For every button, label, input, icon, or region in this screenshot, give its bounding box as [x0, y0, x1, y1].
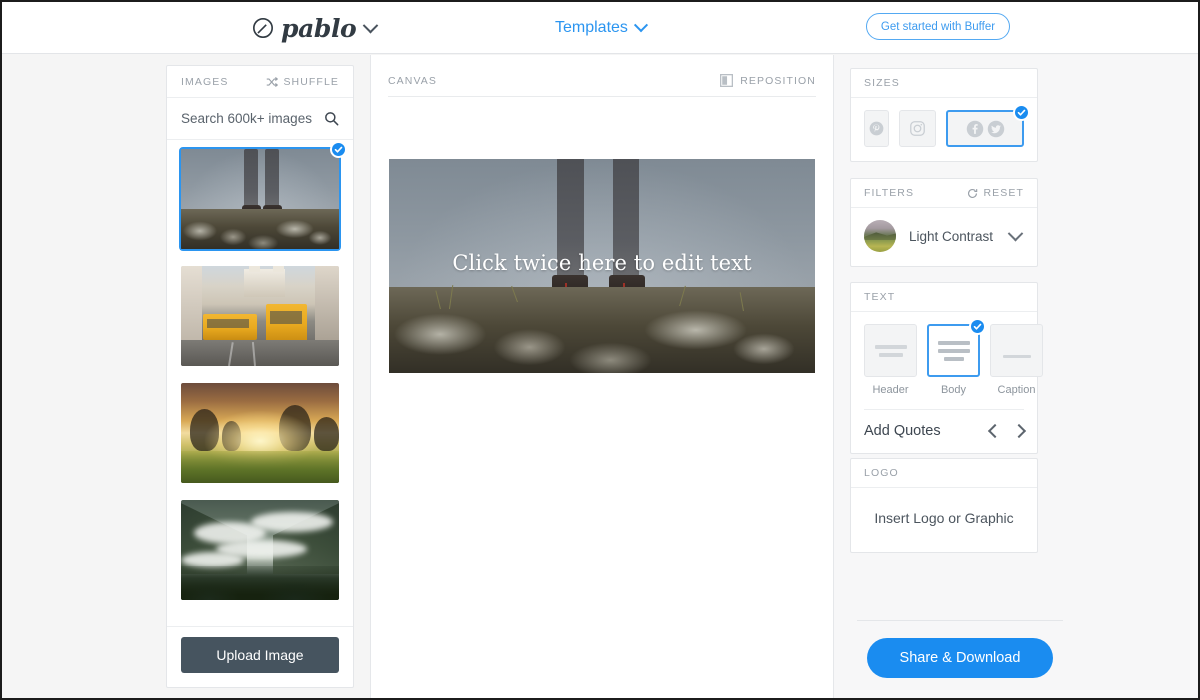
reset-filters-button[interactable]: RESET	[967, 187, 1024, 199]
images-panel: IMAGES SHUFFLE Search 600k+ images Uploa…	[166, 65, 354, 688]
upload-image-button[interactable]: Upload Image	[181, 637, 339, 673]
divider-right	[833, 55, 834, 698]
size-option-facebook-twitter[interactable]	[946, 104, 1030, 147]
images-panel-header: IMAGES SHUFFLE	[167, 66, 353, 98]
search-input[interactable]	[181, 111, 321, 126]
add-quotes-label[interactable]: Add Quotes	[864, 423, 941, 439]
divider-left	[370, 55, 371, 698]
thumbnail-image-1	[181, 149, 339, 249]
text-style-options: Header Body Caption	[864, 318, 1043, 396]
share-and-download-button[interactable]: Share & Download	[867, 638, 1053, 678]
text-panel: TEXT Header Body Caption Add Quotes	[850, 282, 1043, 454]
content-area: IMAGES SHUFFLE Search 600k+ images Uploa…	[2, 55, 1198, 698]
filters-panel-body: Light Contrast	[851, 208, 1037, 266]
thumbnail-image-4	[181, 500, 339, 600]
shuffle-icon	[266, 76, 279, 88]
get-started-with-buffer-button[interactable]: Get started with Buffer	[866, 13, 1010, 40]
reposition-icon	[720, 74, 734, 87]
templates-menu[interactable]: Templates	[555, 2, 648, 54]
canvas-panel-title: CANVAS	[388, 74, 437, 87]
reset-circle-arrow-icon	[967, 188, 978, 199]
size-option-instagram[interactable]	[899, 110, 936, 147]
filter-selector[interactable]: Light Contrast	[864, 220, 1024, 252]
list-item[interactable]	[181, 383, 339, 483]
header-style-preview	[864, 324, 917, 377]
insert-logo-button[interactable]: Insert Logo or Graphic	[851, 488, 1037, 552]
text-style-caption[interactable]: Caption	[990, 324, 1043, 396]
app-header: pablo Templates Get started with Buffer	[2, 2, 1198, 54]
logo-panel: LOGO Insert Logo or Graphic	[850, 458, 1038, 553]
text-panel-header: TEXT	[851, 283, 1037, 312]
search-icon[interactable]	[324, 111, 339, 126]
text-panel-body: Header Body Caption Add Quotes	[851, 312, 1043, 453]
reposition-label: REPOSITION	[740, 74, 816, 87]
text-panel-title: TEXT	[864, 291, 896, 303]
logo-panel-header: LOGO	[851, 459, 1037, 488]
filters-panel-title: FILTERS	[864, 187, 915, 199]
chevron-left-icon[interactable]	[987, 423, 1003, 439]
text-style-label: Header	[872, 384, 909, 396]
reset-label: RESET	[983, 187, 1024, 199]
filters-panel-header: FILTERS RESET	[851, 179, 1037, 208]
logo-panel-title: LOGO	[864, 467, 899, 479]
templates-label: Templates	[555, 19, 628, 36]
sizes-panel-body	[851, 98, 1037, 161]
chevron-down-icon	[363, 17, 379, 33]
add-quotes-row: Add Quotes	[864, 409, 1027, 439]
shuffle-button[interactable]: SHUFFLE	[266, 76, 339, 88]
thumbnail-image-2	[181, 266, 339, 366]
list-item[interactable]	[181, 500, 339, 600]
pinterest-icon	[869, 121, 884, 136]
text-style-header[interactable]: Header	[864, 324, 917, 396]
pablo-circle-slash-icon	[252, 17, 274, 39]
facebook-icon	[966, 120, 984, 138]
shuffle-label: SHUFFLE	[283, 75, 339, 88]
caption-style-preview	[990, 324, 1043, 377]
list-item[interactable]	[181, 266, 339, 366]
image-search-row	[167, 98, 353, 140]
filter-preview-thumbnail	[864, 220, 896, 252]
instagram-icon	[909, 120, 926, 137]
text-style-body[interactable]: Body	[927, 318, 986, 396]
sizes-panel-header: SIZES	[851, 69, 1037, 98]
pablo-app-window: pablo Templates Get started with Buffer …	[0, 0, 1200, 700]
canvas-preview[interactable]: Click twice here to edit text	[389, 159, 815, 373]
chevron-down-icon	[633, 18, 648, 33]
brand-logo[interactable]: pablo	[252, 2, 379, 54]
image-thumbnail-list	[167, 140, 353, 600]
selected-filter-label: Light Contrast	[909, 228, 994, 244]
text-style-label: Body	[940, 384, 967, 396]
canvas-pane-background	[371, 55, 833, 698]
selected-check-badge	[969, 318, 986, 335]
size-option-pinterest[interactable]	[864, 110, 889, 147]
canvas-edit-text[interactable]: Click twice here to edit text	[389, 251, 815, 275]
selected-check-badge	[1013, 104, 1030, 121]
quotes-navigation	[987, 423, 1027, 439]
canvas-panel-header: CANVAS REPOSITION	[388, 65, 816, 97]
images-panel-title: IMAGES	[181, 75, 229, 88]
selected-check-badge	[330, 141, 347, 158]
filters-panel: FILTERS RESET Light Contrast	[850, 178, 1038, 267]
sizes-panel-title: SIZES	[864, 77, 900, 89]
size-options	[864, 104, 1030, 147]
brand-name: pablo	[281, 13, 357, 43]
thumbnail-image-3	[181, 383, 339, 483]
chevron-down-icon[interactable]	[1007, 225, 1024, 241]
twitter-icon	[987, 120, 1005, 138]
body-style-preview	[927, 318, 986, 377]
chevron-right-icon[interactable]	[1011, 423, 1027, 439]
reposition-button[interactable]: REPOSITION	[720, 74, 816, 87]
text-style-label: Caption	[997, 384, 1036, 396]
list-item[interactable]	[179, 141, 347, 251]
sizes-panel: SIZES	[850, 68, 1038, 162]
upload-section: Upload Image	[167, 626, 353, 687]
